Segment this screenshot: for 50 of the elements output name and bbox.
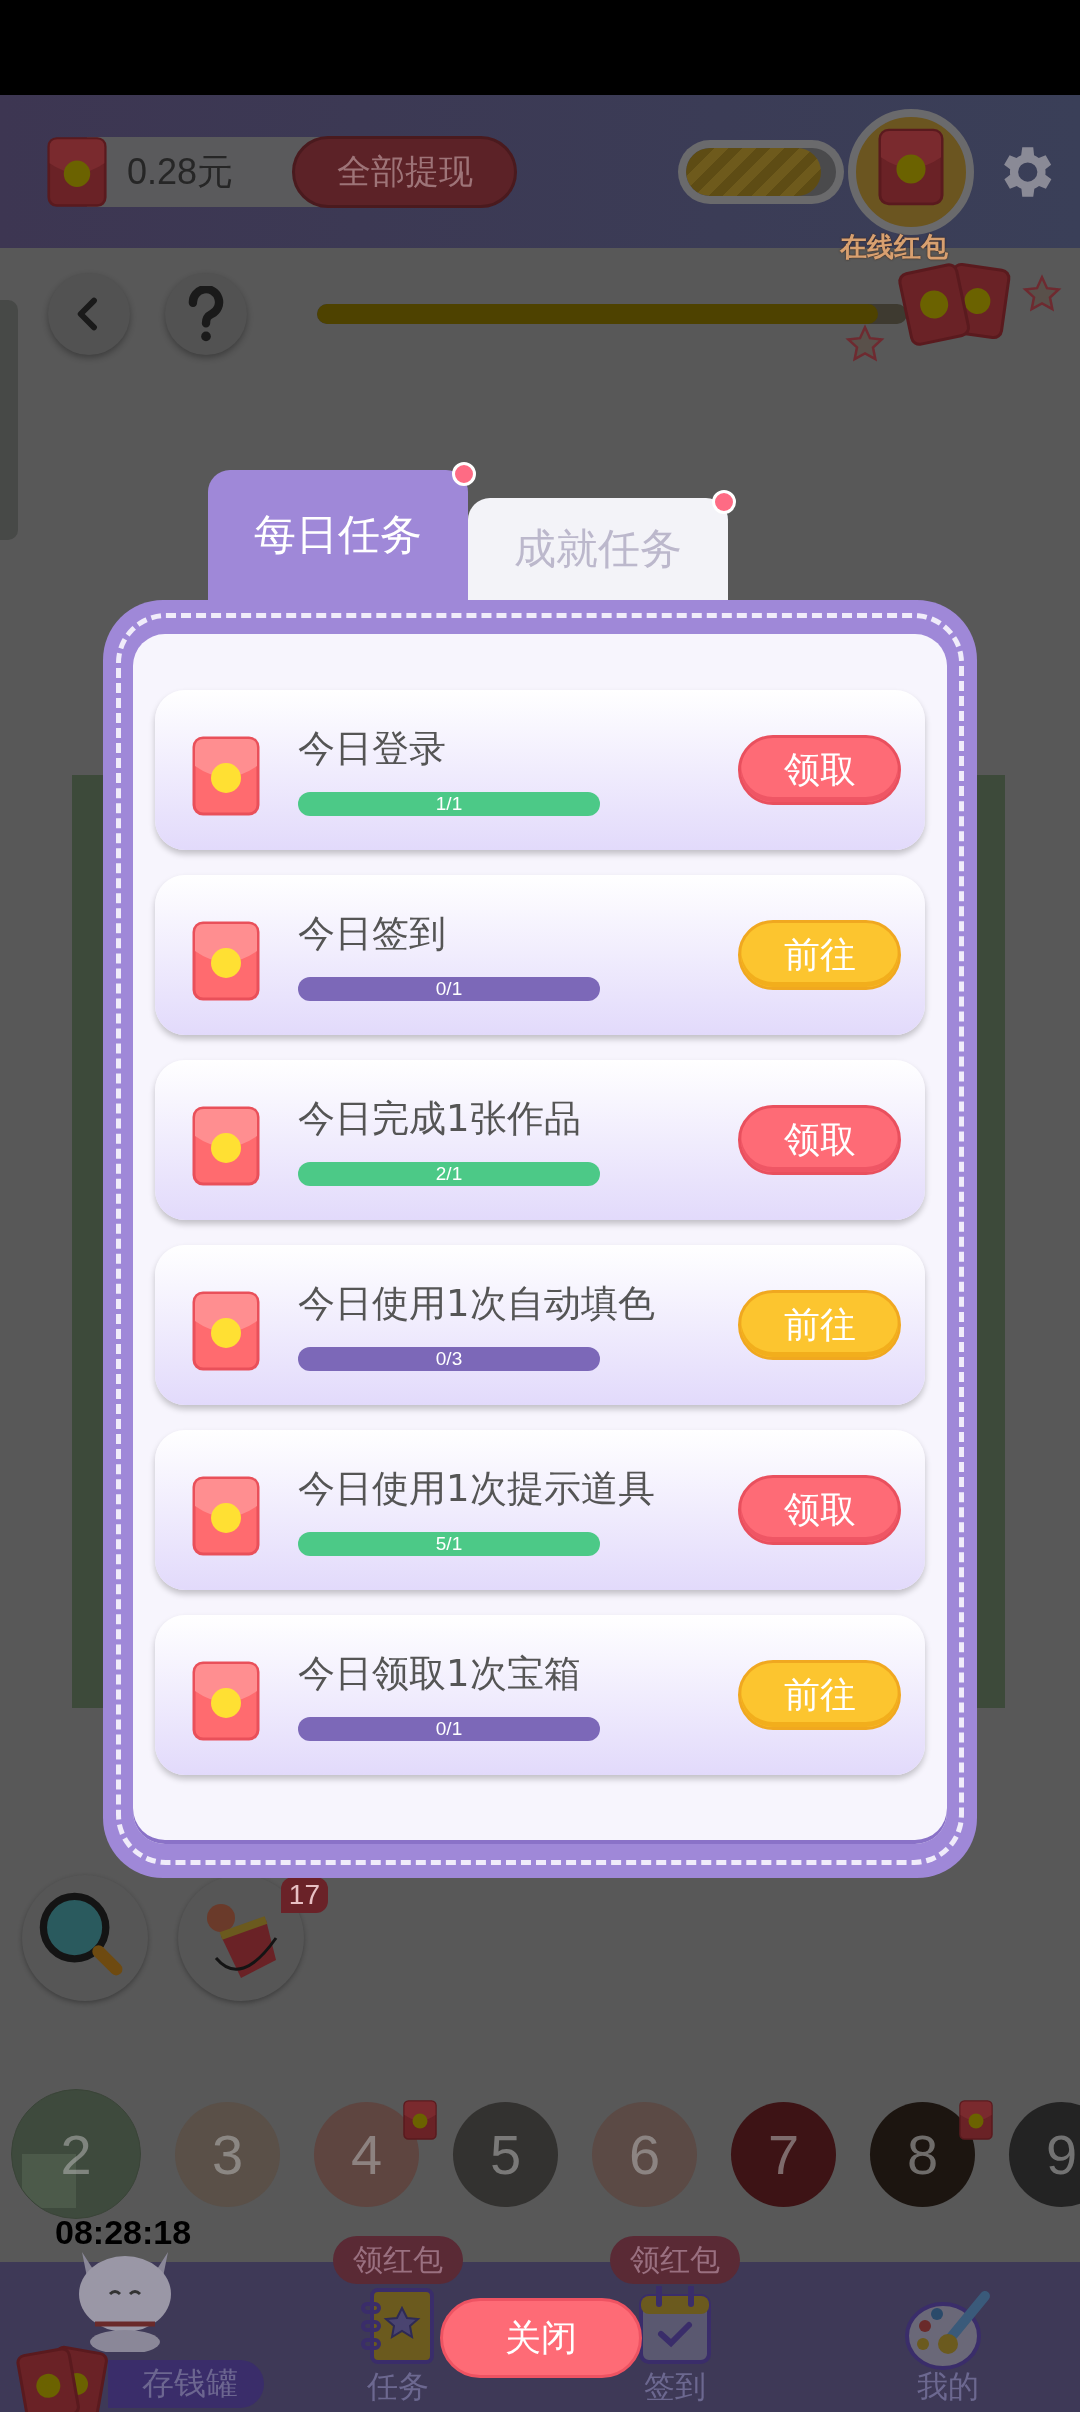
envelope-icon [192, 921, 260, 1001]
task-title: 今日签到 [298, 911, 447, 957]
envelope-icon [192, 736, 260, 816]
color-swatch[interactable]: 4 [314, 2101, 419, 2207]
progress-bar: 5/1 [298, 1532, 600, 1556]
claim-button[interactable]: 领取 [738, 735, 901, 805]
envelope-icon [192, 1106, 260, 1186]
piggy-bank-button[interactable]: 存钱罐 [108, 2360, 264, 2408]
envelope-icon [192, 1291, 260, 1371]
star-icon [1022, 274, 1062, 314]
tab[interactable]: 每日任务 [208, 470, 468, 600]
nav-tab[interactable]: 签到 [644, 2366, 706, 2408]
color-swatch[interactable]: 8 [870, 2101, 975, 2207]
envelope-icon [192, 1661, 260, 1741]
reward-tag: 领红包 [610, 2236, 740, 2284]
bonus-label: 在线红包 [840, 229, 948, 264]
progress-bar: 0/1 [298, 977, 600, 1001]
color-swatch[interactable]: 7 [731, 2101, 836, 2207]
go-button[interactable]: 前往 [738, 1290, 901, 1360]
progress-bar: 1/1 [298, 792, 600, 816]
go-button[interactable]: 前往 [738, 1660, 901, 1730]
envelope-icon [192, 1476, 260, 1556]
back-button[interactable] [48, 273, 130, 355]
envelope-icon [878, 127, 944, 206]
claim-button[interactable]: 领取 [738, 1475, 901, 1545]
progress-bar: 2/1 [298, 1162, 600, 1186]
task-title: 今日完成1张作品 [298, 1096, 582, 1142]
color-swatch[interactable]: 3 [175, 2101, 280, 2207]
claim-button[interactable]: 领取 [738, 1105, 901, 1175]
task-title: 今日使用1次提示道具 [298, 1466, 655, 1512]
color-swatch[interactable]: 5 [453, 2101, 558, 2207]
envelope-icon [47, 135, 107, 208]
tab[interactable]: 成就任务 [468, 498, 728, 600]
nav-tab[interactable]: 我的 [916, 2366, 979, 2408]
task-title: 今日领取1次宝箱 [298, 1651, 582, 1697]
go-button[interactable]: 前往 [738, 920, 901, 990]
star-icon [845, 324, 885, 364]
close-button[interactable]: 关闭 [440, 2298, 642, 2378]
task-title: 今日登录 [298, 726, 447, 772]
help-button[interactable] [165, 273, 247, 355]
color-swatch[interactable]: 9 [1009, 2101, 1080, 2207]
reward-tag: 领红包 [332, 2236, 463, 2284]
progress-bar: 0/3 [298, 1347, 600, 1371]
color-swatch[interactable]: 2 [11, 2089, 141, 2219]
task-title: 今日使用1次自动填色 [298, 1281, 655, 1327]
withdraw-all-button[interactable]: 全部提现 [292, 135, 517, 208]
progress-bar: 0/1 [298, 1717, 600, 1741]
count-badge: 17 [280, 1877, 328, 1913]
color-swatch[interactable]: 6 [592, 2101, 697, 2207]
nav-tab[interactable]: 任务 [366, 2366, 429, 2408]
